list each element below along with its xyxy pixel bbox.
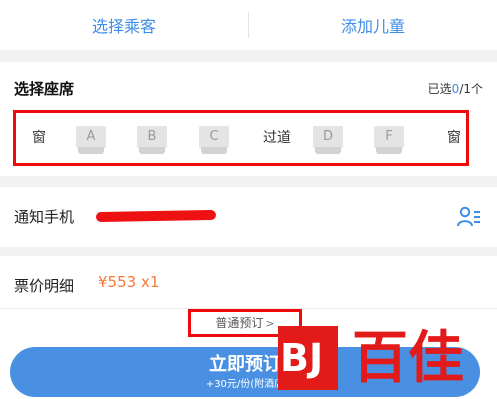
- booking-type-label: 普通预订: [215, 316, 264, 330]
- price-detail-row[interactable]: 票价明细 ¥553 x1: [0, 256, 497, 309]
- select-passenger-button[interactable]: 选择乘客: [0, 13, 248, 37]
- seat-a[interactable]: A: [76, 126, 106, 154]
- seat-row: 窗 A B C 过道 D F 窗: [16, 113, 466, 163]
- add-child-button[interactable]: 添加儿童: [249, 13, 497, 37]
- window-label-left: 窗: [32, 130, 46, 146]
- price-detail-label: 票价明细: [14, 277, 75, 295]
- aisle-label: 过道: [263, 130, 291, 146]
- seat-selection-section: 选择座席 已选0/1个 窗 A B C 过道 D F 窗: [0, 62, 497, 176]
- seat-d[interactable]: D: [313, 126, 343, 154]
- watermark-logo: BJ 百佳: [272, 320, 477, 396]
- seat-a-label: A: [86, 129, 96, 144]
- seat-b[interactable]: B: [137, 126, 167, 154]
- watermark-mark: BJ: [280, 336, 324, 380]
- count-prefix: 已选: [427, 82, 452, 96]
- seat-b-label: B: [147, 129, 157, 144]
- price-value: ¥553 x1: [98, 273, 160, 291]
- seat-c[interactable]: C: [199, 126, 229, 154]
- seat-section-title: 选择座席: [14, 80, 75, 98]
- notify-phone-label: 通知手机: [14, 208, 75, 226]
- contact-list-icon[interactable]: [457, 206, 481, 228]
- seat-d-label: D: [322, 129, 333, 144]
- seat-f-label: F: [385, 129, 393, 144]
- phone-number-redaction: [95, 209, 217, 223]
- seat-c-label: C: [209, 129, 219, 144]
- passenger-bar: 选择乘客 添加儿童: [0, 0, 497, 50]
- notify-phone-row[interactable]: 通知手机: [0, 187, 497, 247]
- seat-map-highlight: 窗 A B C 过道 D F 窗: [13, 110, 469, 166]
- count-suffix: /1个: [459, 82, 483, 96]
- seat-selected-count: 已选0/1个: [428, 80, 483, 97]
- seat-f[interactable]: F: [374, 126, 404, 154]
- watermark-text: 百佳: [352, 326, 464, 391]
- window-label-right: 窗: [447, 130, 461, 146]
